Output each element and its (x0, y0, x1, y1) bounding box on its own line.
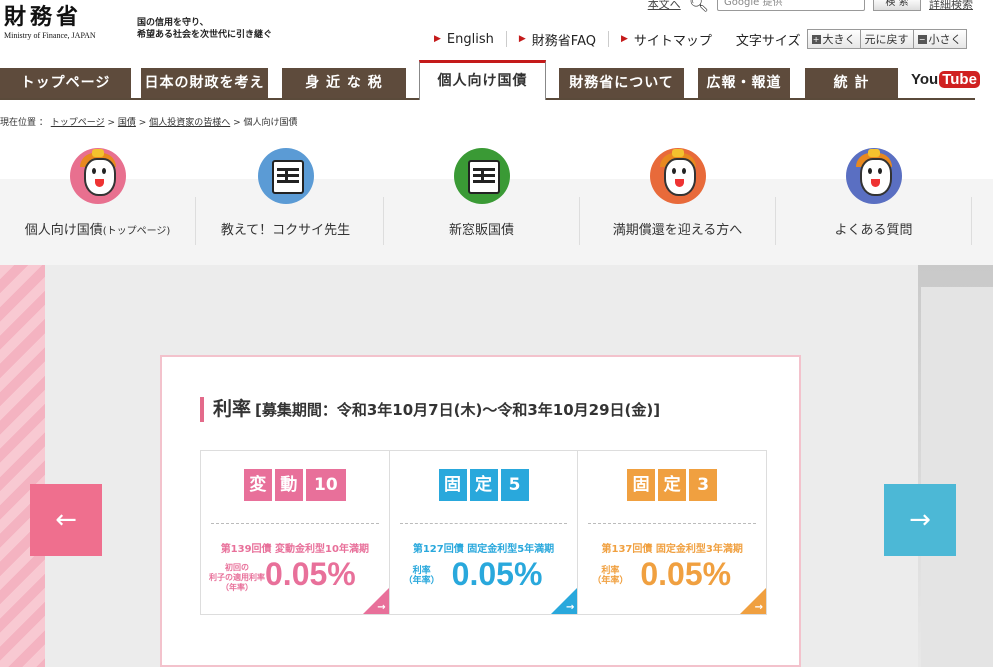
subscription-period: [募集期間：令和3年10月7日(木)〜令和3年10月29日(金)] (255, 401, 661, 419)
skip-to-content-link[interactable]: 本文へ (648, 0, 681, 12)
font-small-label: 小さく (928, 33, 962, 46)
youtube-you: You (911, 71, 939, 88)
submenu-label: 新窓販国債 (448, 223, 514, 238)
issue-name: 第139回債 変動金利型10年満期 (220, 544, 369, 555)
tab-top-page[interactable]: トップページ (0, 68, 131, 98)
carousel-next-button[interactable]: → (884, 484, 956, 556)
tab-press[interactable]: 広報・報道 (698, 68, 790, 98)
arrow-left-icon: ← (55, 505, 77, 535)
breadcrumb-current: 個人向け国債 (243, 118, 298, 128)
logo-kanji: 財務省 (4, 4, 83, 30)
sitemap-link-label: サイトマップ (633, 33, 712, 49)
main-nav: トップページ 日本の財政を考える 身 近 な 税 個人向け国債 財務省について … (0, 60, 980, 121)
rates-boxes: 変動 10 第139回債 変動金利型10年満期 初回の 利子の適用利率 （年率） … (200, 450, 767, 615)
breadcrumb-separator: > (138, 118, 147, 128)
submenu-item-teacher[interactable]: 教えて！コクサイ先生 (188, 148, 383, 265)
breadcrumb: 現在位置 ： トップページ > 国債 > 個人投資家の皆様へ > 個人向け国債 (0, 115, 298, 128)
font-large-label: 大きく (822, 33, 856, 46)
breadcrumb-top[interactable]: トップページ (51, 118, 105, 128)
search-input[interactable]: Google 提供 (717, 0, 865, 11)
triangle-right-icon: ▶ (620, 34, 628, 44)
rate-label: 初回の 利子の適用利率 （年率） (209, 563, 265, 592)
minus-icon: − (917, 34, 927, 44)
mascot-girl-icon (845, 148, 902, 204)
submenu-item-new-jgb[interactable]: 新窓販国債 (384, 148, 579, 265)
mascot-green-icon (453, 148, 510, 204)
arrow-right-icon: → (909, 505, 931, 535)
issue-name: 第127回債 固定金利型5年満期 (412, 544, 555, 555)
arrow-right-icon: → (754, 602, 764, 613)
font-small-button[interactable]: − 小さく (912, 29, 967, 49)
top-links: 本文へ 🔍︎ Google 提供 検 索 詳細検索 (648, 0, 973, 13)
font-size-label: 文字サイズ (735, 33, 801, 49)
youtube-tube: Tube (939, 71, 980, 88)
tab-jgb-individual[interactable]: 個人向け国債 (419, 60, 546, 100)
breadcrumb-jgb[interactable]: 国債 (118, 118, 136, 128)
english-link-label: English (446, 31, 494, 47)
font-reset-button[interactable]: 元に戻す (859, 29, 914, 49)
breadcrumb-individual-investors[interactable]: 個人投資家の皆様へ (149, 118, 230, 128)
rate-label: 利率 （年率） (403, 566, 440, 586)
divider (971, 197, 972, 245)
rate-value: 0.05% (265, 556, 356, 592)
tab-finance[interactable]: 日本の財政を考える (141, 68, 268, 121)
advanced-search-link[interactable]: 詳細検索 (929, 0, 973, 12)
rate-box-floating-10[interactable]: 変動 10 第139回債 変動金利型10年満期 初回の 利子の適用利率 （年率） … (201, 451, 390, 614)
sitemap-link[interactable]: ▶ サイトマップ (609, 31, 724, 49)
youtube-link[interactable]: You Tube (911, 71, 980, 88)
faq-link-label: 財務省FAQ (531, 33, 596, 49)
submenu-label: 満期償還を迎える方へ (612, 223, 743, 238)
font-large-button[interactable]: + 大きく (806, 29, 861, 49)
submenu-label: 教えて！コクサイ先生 (220, 223, 351, 238)
tagline: 国の信用を守り、 希望ある社会を次世代に引き継ぐ (137, 17, 272, 41)
breadcrumb-separator: > (233, 118, 241, 128)
triangle-right-icon: ▶ (518, 34, 526, 44)
tab-statistics[interactable]: 統 計 (805, 68, 898, 98)
submenu-item-faq[interactable]: よくある質問 (776, 148, 971, 265)
logo-english: Ministry of Finance, JAPAN (4, 31, 96, 40)
triangle-right-icon: ▶ (434, 34, 441, 44)
arrow-right-icon: → (565, 602, 575, 613)
tagline-line-2: 希望ある社会を次世代に引き継ぐ (137, 30, 273, 40)
rate-box-fixed-5[interactable]: 固定5 第127回債 固定金利型5年満期 利率 （年率） 0.05% → (389, 451, 579, 614)
carousel-next-slide-inner (921, 287, 993, 667)
tab-about[interactable]: 財務省について (559, 68, 684, 98)
mascot-girl-icon (649, 148, 706, 204)
submenu-label: 個人向け国債(トップページ) (24, 223, 171, 238)
search-button[interactable]: 検 索 (873, 0, 921, 11)
badge-floating-10: 変動 10 (243, 469, 346, 501)
submenu-item-maturity[interactable]: 満期償還を迎える方へ (580, 148, 775, 265)
search-icon: 🔍︎ (688, 0, 709, 13)
rate-value: 0.05% (640, 556, 732, 592)
rate-label: 利率 （年率） (592, 566, 629, 586)
faq-link[interactable]: ▶ 財務省FAQ (507, 31, 609, 49)
breadcrumb-separator: > (107, 118, 115, 128)
font-reset-label: 元に戻す (864, 33, 909, 46)
rates-title-text: 利率 (213, 398, 252, 420)
submenu-item-top[interactable]: 個人向け国債(トップページ) (0, 148, 195, 265)
badge-fixed-3: 固定3 (627, 469, 718, 501)
rate-box-fixed-3[interactable]: 固定3 第137回債 固定金利型3年満期 利率 （年率） 0.05% → (578, 451, 767, 614)
rate-value: 0.05% (451, 556, 543, 592)
tagline-line-1: 国の信用を守り、 (137, 18, 209, 28)
tab-tax[interactable]: 身 近 な 税 (282, 68, 406, 98)
submenu-label: よくある質問 (834, 223, 913, 238)
utility-bar: ▶ English ▶ 財務省FAQ ▶ サイトマップ 文字サイズ + 大きく 元に戻す… (422, 29, 967, 49)
carousel-prev-button[interactable]: ← (30, 484, 102, 556)
arrow-right-icon: → (377, 602, 386, 613)
mascot-girl-icon (69, 148, 126, 204)
plus-icon: + (811, 34, 821, 44)
site-logo[interactable]: 財務省 Ministry of Finance, JAPAN (4, 4, 96, 40)
english-link[interactable]: ▶ English (422, 31, 507, 47)
badge-fixed-5: 固定5 (438, 469, 529, 501)
carousel-prev-slide-peek (0, 265, 45, 667)
mascot-teacher-icon (257, 148, 314, 204)
issue-name: 第137回債 固定金利型3年満期 (601, 544, 743, 555)
rates-title: 利率 [募集期間：令和3年10月7日(木)〜令和3年10月29日(金)] (200, 397, 660, 422)
breadcrumb-prefix: 現在位置 ： (0, 118, 48, 128)
rates-card: 利率 [募集期間：令和3年10月7日(木)〜令和3年10月29日(金)] 変動 10… (160, 355, 801, 667)
